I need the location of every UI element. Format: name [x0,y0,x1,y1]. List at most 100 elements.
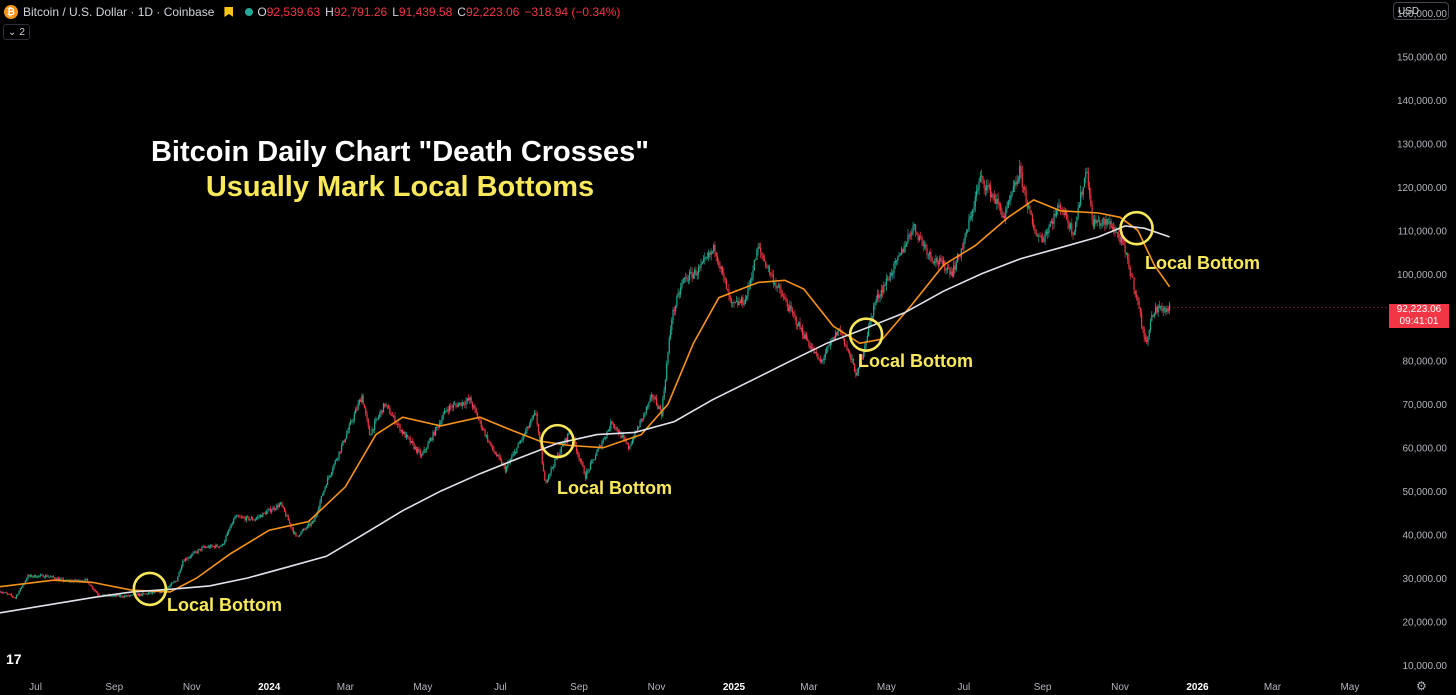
candle-body [1015,182,1017,185]
candle-body [248,516,250,521]
candle-body [405,434,407,438]
candle-body [720,266,722,269]
candle-body [826,347,828,354]
candle-body [417,449,419,453]
candle-body [767,266,769,268]
candle-body [664,380,667,391]
candle-body [19,588,21,592]
candle-body [1157,305,1159,313]
candle-body [544,471,546,481]
candle-body [532,415,534,419]
candle-body [530,419,532,425]
candle-body [912,225,914,233]
candle-body [172,582,174,584]
candle-body [880,289,882,297]
candle-body [455,404,457,406]
candle-body [739,301,741,303]
tradingview-logo[interactable]: 17 [6,651,22,667]
candle-body [40,574,42,576]
candle-body [950,271,952,275]
candle-body [628,443,630,449]
candle-body [851,358,853,360]
candle-body [991,194,993,198]
candle-body [1088,185,1091,195]
candle-body [597,448,599,452]
candle-body [268,508,270,510]
candle-body [834,332,837,340]
candle-body [655,398,658,405]
x-tick-label: Nov [648,682,666,693]
candle-body [494,451,496,455]
candle-body [1031,215,1034,225]
candle-body [534,412,536,416]
candle-body [626,442,628,444]
candle-body [805,334,807,340]
candle-body [276,505,278,509]
flag-icon[interactable] [224,7,234,17]
candle-body [633,438,635,440]
candle-body [382,403,385,413]
candle-body [934,262,936,264]
candle-body [894,260,896,264]
candle-body [913,224,915,226]
candle-body [754,259,757,261]
symbol-title[interactable]: Bitcoin / U.S. Dollar · 1D · Coinbase [23,5,214,19]
candle-body [756,249,758,260]
candle-body [1069,223,1072,229]
close-label: C [457,5,466,19]
candle-body [319,501,321,509]
candle-body [884,284,886,286]
x-tick-label: Jul [494,682,507,693]
candle-body [640,418,642,422]
candle-body [1094,219,1096,227]
candle-body [854,364,856,372]
gear-icon[interactable]: ⚙ [1416,679,1427,693]
candle-body [1108,223,1110,225]
candle-body [1127,252,1129,260]
candle-body [1138,300,1140,309]
candle-body [658,406,660,409]
candle-body [310,522,312,526]
candle-body [467,398,470,401]
candle-body [1063,212,1065,216]
candle-body [352,420,354,422]
candle-body [639,421,641,428]
candle-body [1081,192,1083,195]
candle-body [705,257,707,259]
candle-body [121,595,123,597]
candle-body [694,269,696,275]
candle-body [264,512,267,515]
price-chart[interactable]: 10,000.00 20,000.00 30,000.00 40,000.00 50,0… [0,0,1456,695]
candle-body [413,443,415,450]
candle-body [294,532,296,534]
candle-body [652,395,654,397]
candle-body [450,405,452,407]
candle-body [274,508,277,510]
indicators-toggle-button[interactable]: ⌄ 2 [3,24,30,40]
y-tick-label: 40,000.00 [1403,531,1448,542]
candle-body [768,266,771,274]
candle-body [1052,221,1054,224]
candle-body [493,449,495,452]
candle-body [1101,219,1103,224]
candle-body [987,185,989,187]
candle-body [282,505,284,508]
candle-body [395,423,397,425]
candle-body [1080,192,1082,206]
chart-title-line2: Usually Mark Local Bottoms [205,171,595,203]
candle-body [594,455,597,460]
candle-body [386,405,388,406]
candle-body [596,451,598,456]
candle-body [718,261,720,266]
currency-select[interactable]: USD [1393,2,1449,20]
candle-body [222,543,225,545]
candle-body [182,560,184,567]
candle-body [821,360,823,362]
candle-body [710,251,712,255]
candle-body [644,412,646,414]
candle-body [995,199,997,204]
candle-body [401,430,404,435]
candle-body [809,345,811,349]
candle-body [136,593,138,595]
candle-body [241,517,244,518]
